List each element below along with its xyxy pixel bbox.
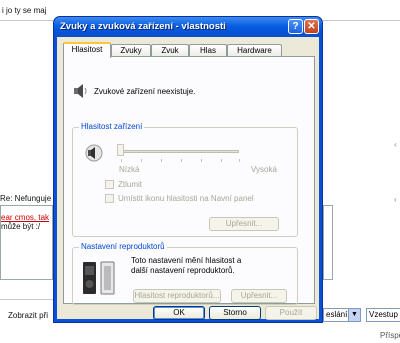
mute-label: Ztlumit xyxy=(118,180,142,189)
volume-high-label: Vysoká xyxy=(251,165,277,174)
ok-button[interactable]: OK xyxy=(153,306,205,320)
chevron-down-icon: ▼ xyxy=(348,309,360,321)
desktop-speakers-icon xyxy=(83,261,115,295)
device-advanced-button[interactable]: Upřesnit... xyxy=(209,217,279,231)
cancel-button[interactable]: Storno xyxy=(209,306,261,320)
divider xyxy=(323,20,400,21)
divider xyxy=(0,299,53,300)
speaker-volume-icon xyxy=(85,144,103,162)
close-button[interactable]: ✕ xyxy=(304,19,319,34)
volume-slider-thumb[interactable] xyxy=(117,144,124,156)
speaker-volume-button[interactable]: Hlasitost reproduktorů... xyxy=(133,289,221,303)
dialog-client-area: Hlasitost Zvuky Zvuk Hlas Hardware Zvuko… xyxy=(57,37,319,320)
slider-tick xyxy=(121,159,122,162)
speaker-settings-description: Toto nastavení mění hlasitost a další na… xyxy=(131,256,242,275)
speaker-icon xyxy=(74,84,87,98)
taskbar-icon-label: Umístit ikonu hlasitosti na Navní panel xyxy=(118,194,254,203)
slider-tick xyxy=(239,159,240,162)
slider-tick xyxy=(141,159,142,162)
title-bar[interactable]: Zvuky a zvuková zařízení - vlastnosti ? … xyxy=(54,17,322,37)
slider-tick xyxy=(181,159,182,162)
show-label: Zobrazit při xyxy=(8,311,49,320)
reply-subject: Re: Nefunguje xyxy=(0,194,52,203)
divider xyxy=(0,20,53,21)
device-volume-group: Hlasitost zařízení Nízká Vysoká Ztlumit … xyxy=(72,122,298,237)
reply-textarea-right[interactable] xyxy=(323,205,333,280)
device-volume-title: Hlasitost zařízení xyxy=(79,122,145,131)
collapse-arrow-icon[interactable]: ‹ xyxy=(394,195,397,204)
taskbar-icon-checkbox[interactable] xyxy=(105,194,114,203)
slider-tick xyxy=(201,159,202,162)
posts-label: Příspě xyxy=(380,331,400,340)
tab-volume[interactable]: Hlasitost xyxy=(63,42,111,58)
order-select[interactable]: Vzestup xyxy=(366,308,400,322)
slider-tick xyxy=(221,159,222,162)
volume-low-label: Nízká xyxy=(119,165,140,174)
window-title: Zvuky a zvuková zařízení - vlastnosti xyxy=(60,21,226,32)
volume-tab-panel: Zvukové zařízení neexistuje. Hlasitost z… xyxy=(63,56,315,305)
forum-post-text: i jo ty se maj xyxy=(2,6,47,15)
sound-properties-dialog: Zvuky a zvuková zařízení - vlastnosti ? … xyxy=(53,16,323,323)
slider-tick xyxy=(161,159,162,162)
reply-text-line: může být :/ xyxy=(1,222,41,231)
speaker-advanced-button[interactable]: Upřesnit... xyxy=(231,289,287,303)
speaker-settings-title: Nastavení reproduktorů xyxy=(79,242,167,251)
sort-select-value: eslání xyxy=(326,310,348,319)
collapse-arrow-icon[interactable]: ‹ xyxy=(394,140,397,149)
help-button[interactable]: ? xyxy=(288,19,303,34)
mute-checkbox[interactable] xyxy=(105,180,114,189)
reply-text-line: ear cmos, tak xyxy=(1,213,50,222)
volume-slider-track[interactable] xyxy=(117,150,239,153)
sort-select[interactable]: eslání ▼ xyxy=(323,308,361,322)
order-select-value: Vzestup xyxy=(369,310,398,319)
device-status-text: Zvukové zařízení neexistuje. xyxy=(94,87,196,96)
speaker-settings-group: Nastavení reproduktorů Toto nastavení mě… xyxy=(72,242,298,305)
apply-button[interactable]: Použít xyxy=(265,306,317,320)
